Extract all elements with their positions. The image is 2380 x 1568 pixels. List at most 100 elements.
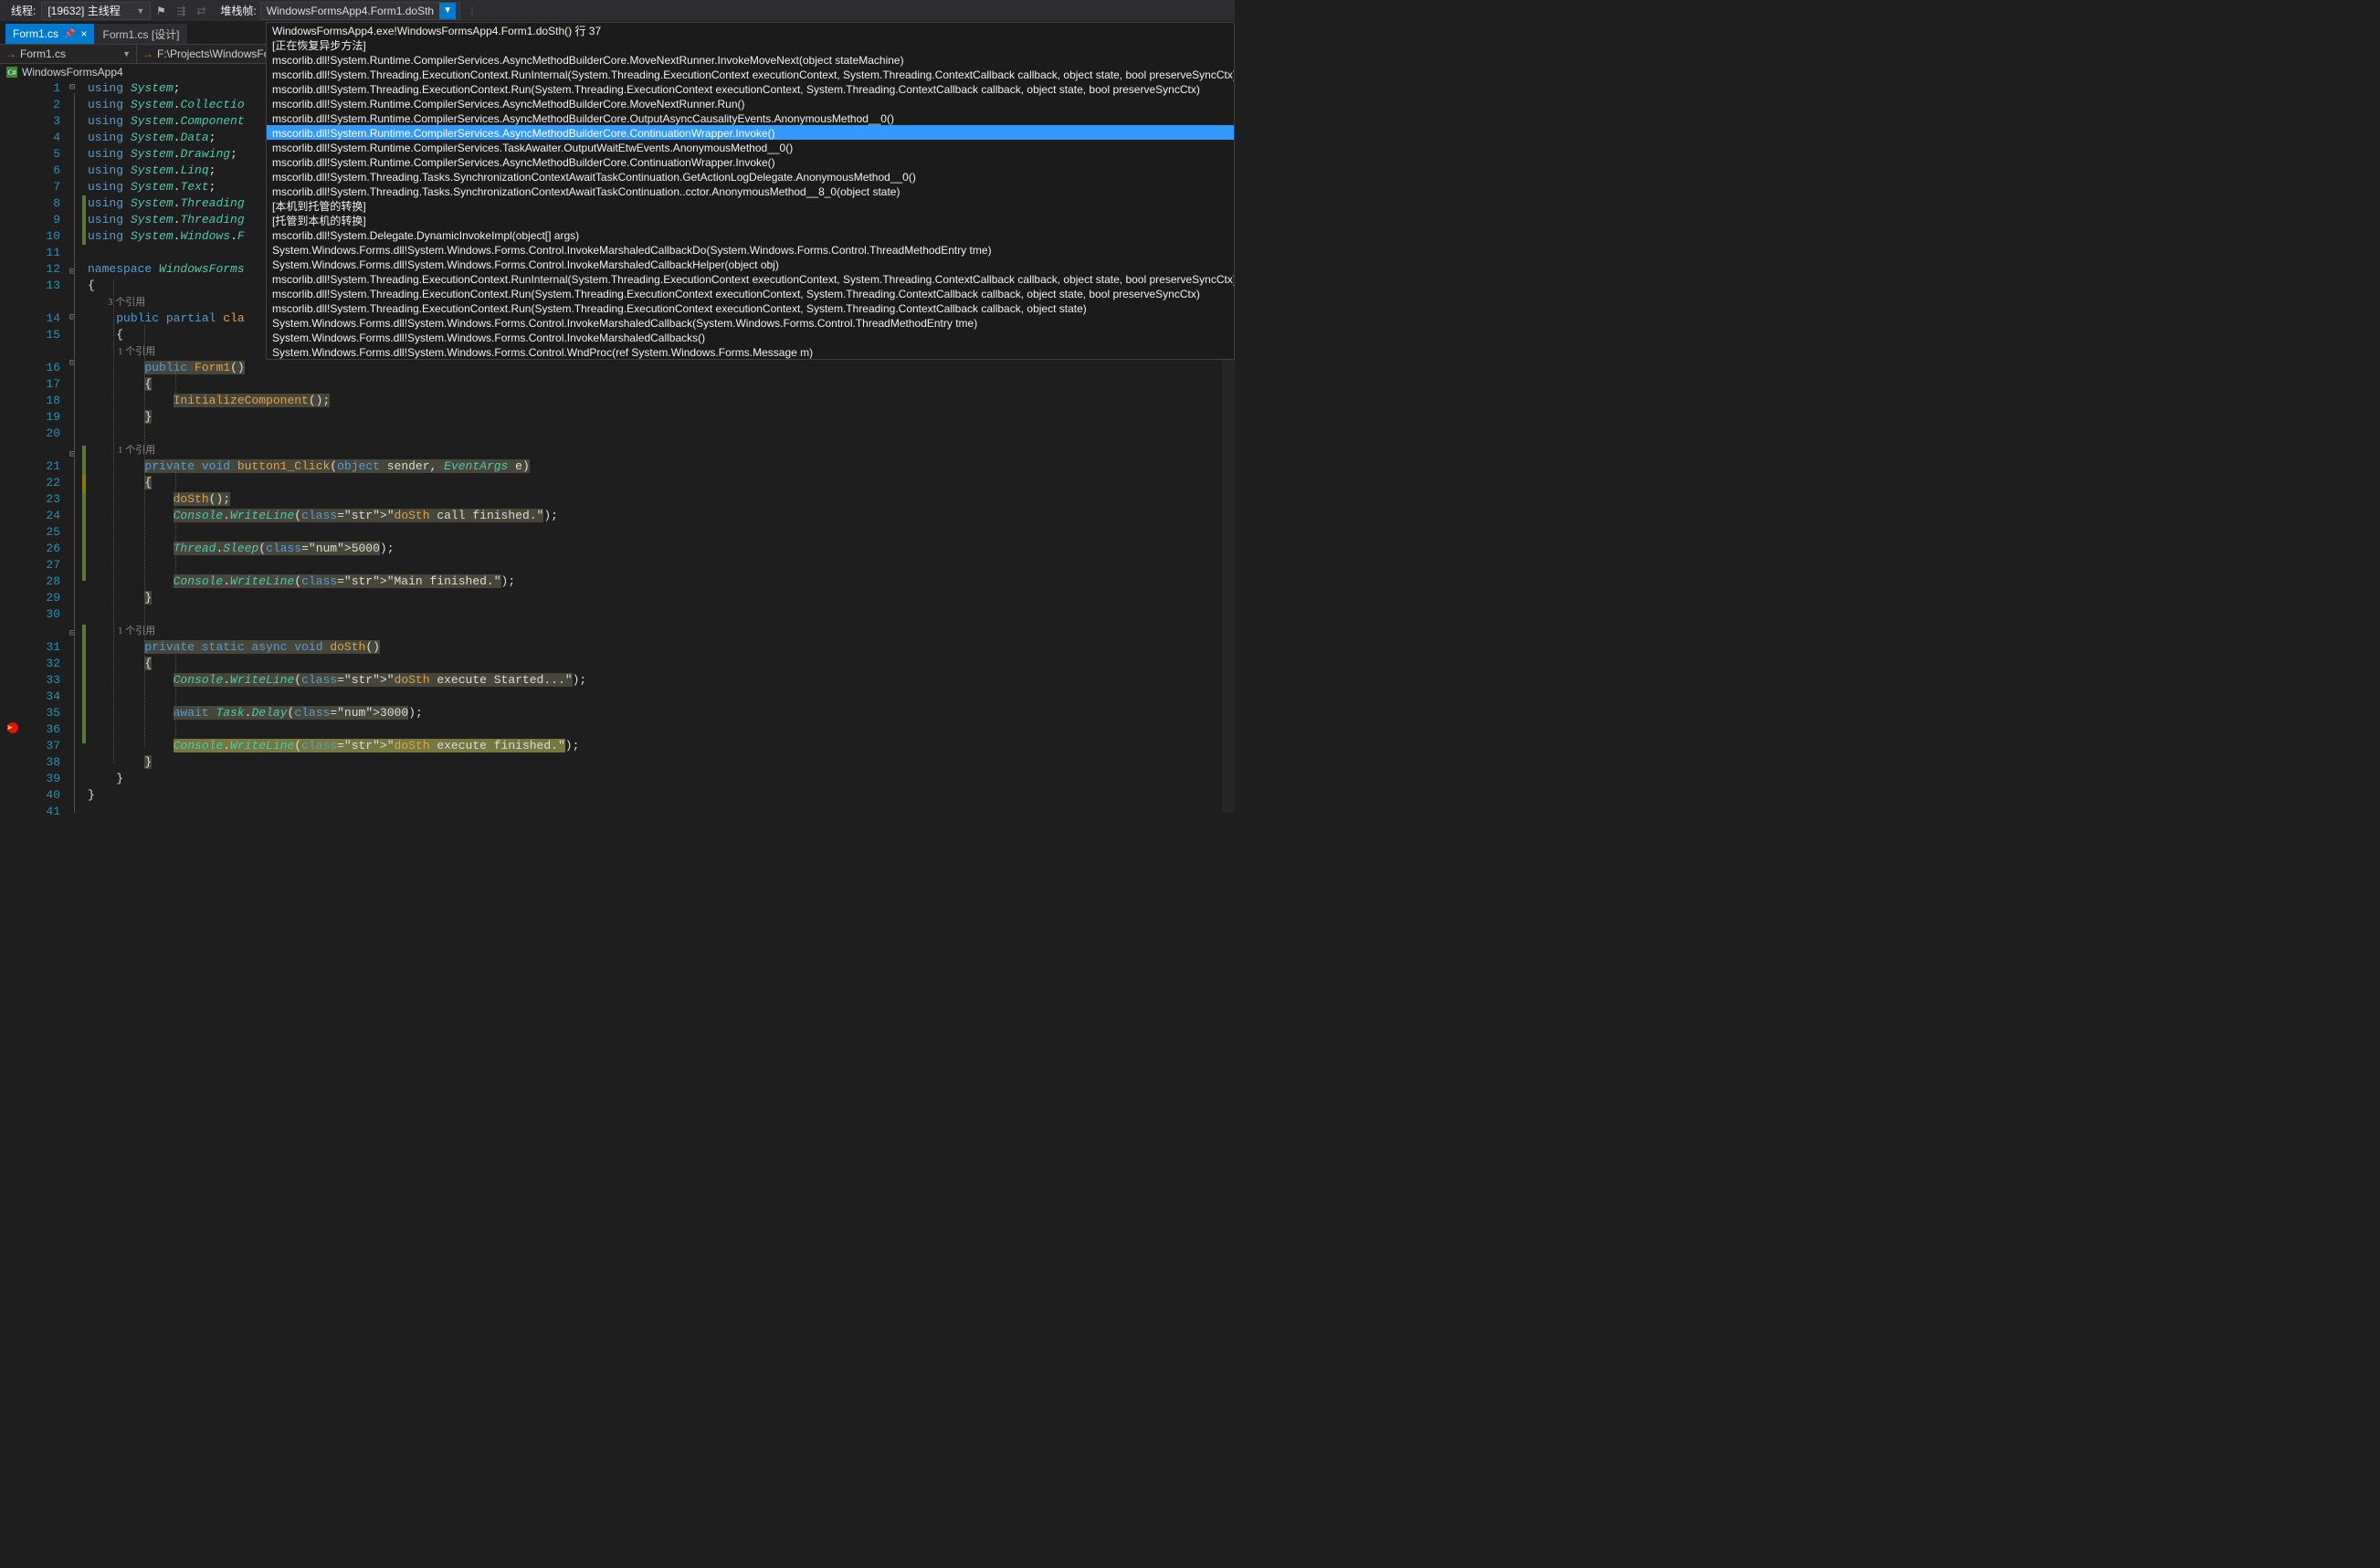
code-line[interactable] — [88, 557, 1235, 574]
callstack-frame[interactable]: System.Windows.Forms.dll!System.Windows.… — [267, 257, 1234, 271]
line-number: 23 — [26, 491, 60, 508]
line-number: 15 — [26, 327, 60, 343]
tab-form1-designer[interactable]: Form1.cs [设计] — [95, 24, 186, 44]
fold-column: ⊟ ⊟ ⊟ ⊟ ⊟ ⊟ — [69, 80, 82, 813]
line-number: 4 — [26, 130, 60, 146]
line-number: 13 — [26, 278, 60, 294]
line-number: 36 — [26, 721, 60, 738]
callstack-frame[interactable]: System.Windows.Forms.dll!System.Windows.… — [267, 242, 1234, 257]
code-line[interactable] — [88, 804, 1235, 820]
callstack-frame[interactable]: System.Windows.Forms.dll!System.Windows.… — [267, 344, 1234, 359]
chevron-down-icon: ▼ — [439, 3, 456, 19]
line-number: 11 — [26, 245, 60, 261]
code-line[interactable]: { — [88, 376, 1235, 393]
callstack-frame[interactable]: mscorlib.dll!System.Threading.ExecutionC… — [267, 271, 1234, 286]
code-line[interactable]: } — [88, 754, 1235, 771]
callstack-frame[interactable]: mscorlib.dll!System.Threading.ExecutionC… — [267, 67, 1234, 81]
nav-class-dropdown[interactable]: → Form1.cs ▼ — [0, 45, 137, 63]
code-line[interactable]: } — [88, 787, 1235, 804]
callstack-frame[interactable]: mscorlib.dll!System.Runtime.CompilerServ… — [267, 110, 1234, 125]
callstack-frame[interactable]: mscorlib.dll!System.Runtime.CompilerServ… — [267, 96, 1234, 110]
code-line[interactable]: { — [88, 475, 1235, 491]
hex-icon[interactable]: ⁝ — [464, 3, 480, 19]
code-line[interactable]: Console.WriteLine(class="str">"doSth exe… — [88, 738, 1235, 754]
callstack-frame[interactable]: [托管到本机的转换] — [267, 213, 1234, 227]
line-number: 25 — [26, 524, 60, 541]
thread-value: [19632] 主线程 — [47, 2, 120, 20]
callstack-frame[interactable]: mscorlib.dll!System.Runtime.CompilerServ… — [267, 125, 1234, 140]
code-line[interactable]: doSth(); — [88, 491, 1235, 508]
callstack-frame[interactable]: mscorlib.dll!System.Threading.ExecutionC… — [267, 81, 1234, 96]
callstack-frame[interactable]: mscorlib.dll!System.Runtime.CompilerServ… — [267, 140, 1234, 154]
line-number: 31 — [26, 639, 60, 656]
code-line[interactable]: private void button1_Click(object sender… — [88, 458, 1235, 475]
code-line[interactable]: Console.WriteLine(class="str">"doSth exe… — [88, 672, 1235, 689]
code-line[interactable]: } — [88, 771, 1235, 787]
stackframe-label: 堆栈帧: — [220, 3, 256, 18]
code-line[interactable]: } — [88, 409, 1235, 426]
callstack-frame[interactable]: WindowsFormsApp4.exe!WindowsFormsApp4.Fo… — [267, 23, 1234, 37]
thread-label: 线程: — [11, 3, 36, 18]
line-number: 24 — [26, 508, 60, 524]
pin-icon[interactable]: 📌 — [64, 29, 75, 39]
callstack-frame[interactable]: mscorlib.dll!System.Delegate.DynamicInvo… — [267, 227, 1234, 242]
line-number: 21 — [26, 458, 60, 475]
line-number: 16 — [26, 360, 60, 376]
code-line[interactable] — [88, 689, 1235, 705]
thread-show-icon[interactable]: ⇄ — [193, 3, 209, 19]
line-number: 9 — [26, 212, 60, 228]
nav-right-text: F:\Projects\WindowsFor — [157, 47, 273, 60]
code-line[interactable]: InitializeComponent(); — [88, 393, 1235, 409]
thread-filter-icon[interactable]: ⇶ — [173, 3, 189, 19]
callstack-frame[interactable]: [正在恢复异步方法] — [267, 37, 1234, 52]
code-line[interactable]: await Task.Delay(class="num">3000); — [88, 705, 1235, 721]
csharp-project-icon: C# — [5, 66, 18, 79]
callstack-dropdown-list[interactable]: WindowsFormsApp4.exe!WindowsFormsApp4.Fo… — [266, 22, 1235, 360]
tab-form1-cs[interactable]: Form1.cs 📌 × — [5, 24, 94, 44]
line-number: 38 — [26, 754, 60, 771]
code-line[interactable] — [88, 721, 1235, 738]
chevron-down-icon: ▼ — [122, 49, 131, 58]
breakpoint-margin[interactable]: ➤ — [0, 80, 26, 813]
code-line[interactable] — [88, 426, 1235, 442]
code-line[interactable]: } — [88, 590, 1235, 606]
callstack-frame[interactable]: [本机到托管的转换] — [267, 198, 1234, 213]
code-line[interactable]: { — [88, 656, 1235, 672]
line-number: 39 — [26, 771, 60, 787]
code-line[interactable]: public Form1() — [88, 360, 1235, 376]
line-number: 14 — [26, 310, 60, 327]
callstack-frame[interactable]: mscorlib.dll!System.Threading.Tasks.Sync… — [267, 184, 1234, 198]
code-line[interactable]: Thread.Sleep(class="num">5000); — [88, 541, 1235, 557]
line-number: 12 — [26, 261, 60, 278]
codelens-references[interactable]: 1 个引用 — [88, 442, 1235, 458]
svg-text:C#: C# — [7, 68, 16, 77]
line-number: 30 — [26, 606, 60, 623]
code-line[interactable]: Console.WriteLine(class="str">"doSth cal… — [88, 508, 1235, 524]
line-number: 28 — [26, 574, 60, 590]
line-number: 34 — [26, 689, 60, 705]
callstack-frame[interactable]: mscorlib.dll!System.Runtime.CompilerServ… — [267, 52, 1234, 67]
code-line[interactable]: Console.WriteLine(class="str">"Main fini… — [88, 574, 1235, 590]
line-number: 20 — [26, 426, 60, 442]
callstack-frame[interactable]: System.Windows.Forms.dll!System.Windows.… — [267, 330, 1234, 344]
stackframe-dropdown[interactable]: WindowsFormsApp4.Form1.doSth ▼ — [260, 2, 460, 20]
flag-icon[interactable]: ⚑ — [153, 3, 169, 19]
line-number: 17 — [26, 376, 60, 393]
callstack-frame[interactable]: mscorlib.dll!System.Runtime.CompilerServ… — [267, 154, 1234, 169]
code-line[interactable]: private static async void doSth() — [88, 639, 1235, 656]
thread-dropdown[interactable]: [19632] 主线程 ▼ — [41, 2, 151, 20]
line-number: 19 — [26, 409, 60, 426]
code-line[interactable] — [88, 606, 1235, 623]
line-number: 37 — [26, 738, 60, 754]
line-number: 26 — [26, 541, 60, 557]
callstack-frame[interactable]: mscorlib.dll!System.Threading.Tasks.Sync… — [267, 169, 1234, 184]
arrow-icon: → — [5, 47, 16, 60]
close-icon[interactable]: × — [80, 27, 87, 40]
nav-member-dropdown[interactable]: → F:\Projects\WindowsFor — [137, 45, 279, 63]
current-line-arrow-icon: ➤ — [6, 721, 13, 735]
code-line[interactable] — [88, 524, 1235, 541]
codelens-references[interactable]: 1 个引用 — [88, 623, 1235, 639]
callstack-frame[interactable]: mscorlib.dll!System.Threading.ExecutionC… — [267, 300, 1234, 315]
callstack-frame[interactable]: System.Windows.Forms.dll!System.Windows.… — [267, 315, 1234, 330]
callstack-frame[interactable]: mscorlib.dll!System.Threading.ExecutionC… — [267, 286, 1234, 300]
